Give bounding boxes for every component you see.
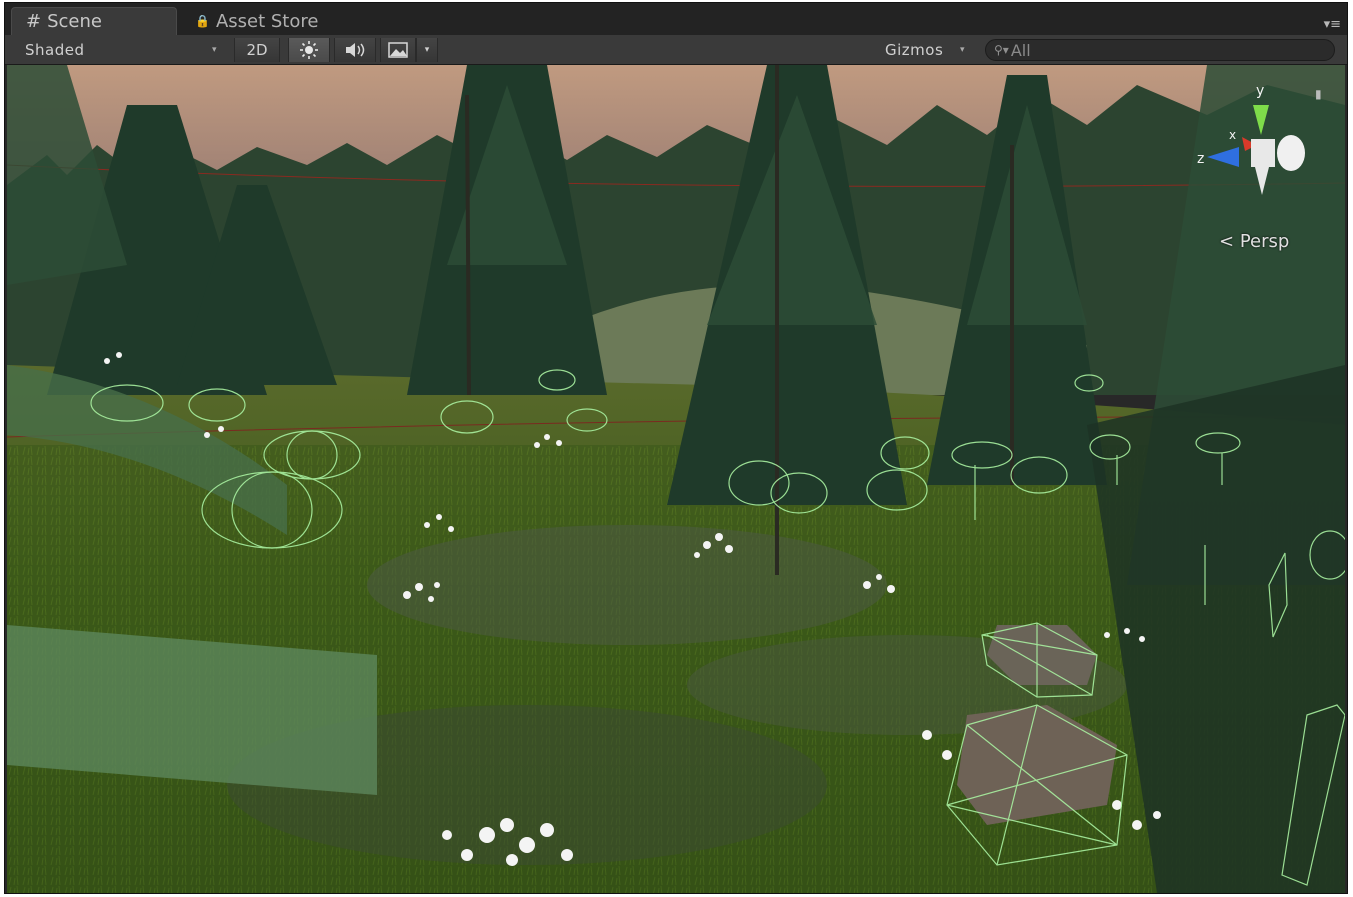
sun-icon bbox=[300, 41, 318, 59]
shading-mode-dropdown[interactable]: Shaded ▾ bbox=[13, 38, 223, 62]
scene-viewport[interactable]: y x z < Persp ▮ bbox=[7, 65, 1345, 893]
image-icon bbox=[388, 42, 408, 58]
chevron-down-icon: ▾ bbox=[959, 45, 965, 55]
scene-window: # Scene 🔒 Asset Store ▾≡ Shaded ▾ 2D ▾ G… bbox=[4, 2, 1348, 894]
tab-bar: # Scene 🔒 Asset Store ▾≡ bbox=[5, 3, 1347, 35]
search-input[interactable]: ⚲▾ All bbox=[985, 39, 1335, 61]
audio-toggle[interactable] bbox=[334, 38, 376, 62]
panel-menu-icon[interactable]: ▾≡ bbox=[1324, 17, 1341, 32]
tab-asset-store[interactable]: 🔒 Asset Store bbox=[181, 7, 371, 35]
svg-text:z: z bbox=[1197, 151, 1204, 167]
mode-2d-label: 2D bbox=[246, 41, 268, 59]
projection-label-text: Persp bbox=[1239, 231, 1290, 252]
svg-text:y: y bbox=[1256, 83, 1264, 99]
tab-asset-store-label: Asset Store bbox=[215, 10, 319, 32]
chevron-down-icon: ▾ bbox=[424, 45, 430, 55]
search-icon: ⚲▾ bbox=[994, 43, 1009, 57]
scene-render: y x z bbox=[7, 65, 1345, 893]
svg-text:x: x bbox=[1229, 128, 1236, 142]
effects-dropdown[interactable]: ▾ bbox=[416, 38, 438, 62]
grid-icon: # bbox=[26, 11, 42, 32]
gizmos-label: Gizmos bbox=[885, 41, 944, 59]
speaker-icon bbox=[346, 43, 365, 57]
lighting-toggle[interactable] bbox=[288, 38, 330, 62]
projection-label[interactable]: < Persp bbox=[1219, 231, 1289, 252]
chevron-down-icon: ▾ bbox=[211, 45, 217, 55]
tab-scene[interactable]: # Scene bbox=[11, 7, 177, 35]
lock-icon[interactable]: ▮ bbox=[1315, 87, 1322, 101]
shading-mode-label: Shaded bbox=[25, 41, 85, 59]
lock-icon: 🔒 bbox=[195, 14, 210, 28]
gizmos-dropdown[interactable]: Gizmos ▾ bbox=[875, 38, 971, 62]
effects-toggle[interactable] bbox=[380, 38, 416, 62]
tab-scene-label: Scene bbox=[47, 11, 102, 32]
search-placeholder: All bbox=[1010, 40, 1031, 60]
scene-toolbar: Shaded ▾ 2D ▾ Gizmos ▾ ⚲▾ All bbox=[5, 35, 1347, 65]
mode-2d-button[interactable]: 2D bbox=[234, 38, 280, 62]
